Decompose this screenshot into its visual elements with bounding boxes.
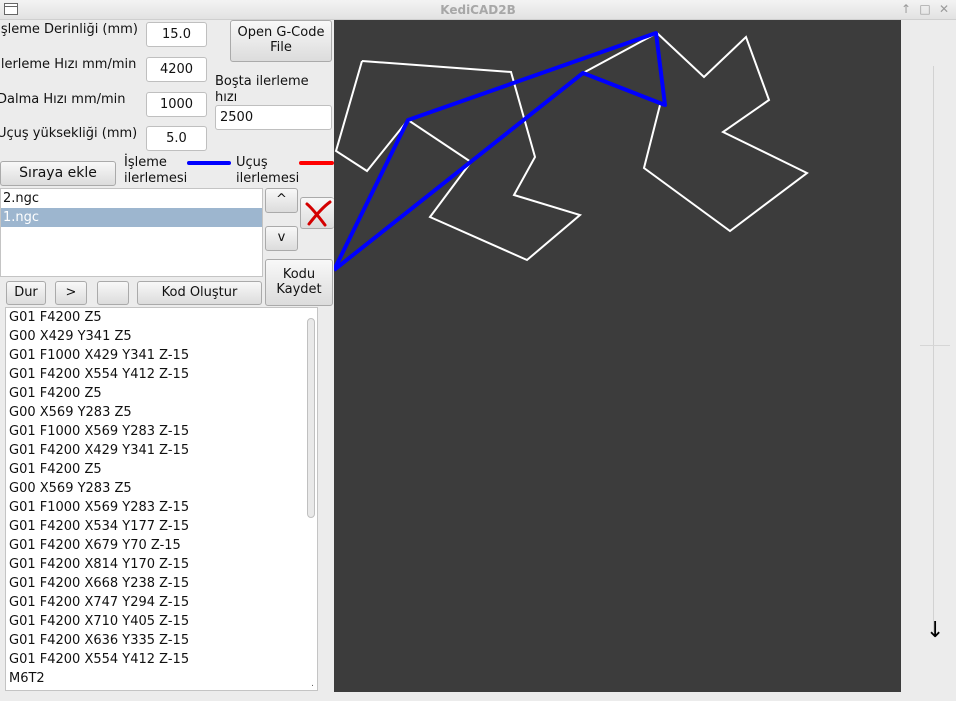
open-gcode-label-1: Open G-Code (237, 25, 325, 41)
process-legend-swatch (187, 161, 231, 165)
flight-legend-label-2: ilerlemesi (236, 171, 300, 186)
delete-button[interactable] (300, 197, 334, 229)
stop-button[interactable]: Dur (6, 281, 46, 305)
gcode-line: G01 F4200 X534 Y177 Z-15 (9, 519, 190, 534)
idle-speed-input[interactable] (215, 105, 332, 130)
gcode-line: G01 F4200 Z5 (9, 386, 102, 401)
shape-outline-1 (334, 60, 583, 262)
file-list-item-selected[interactable]: 1.ngc (1, 208, 262, 227)
flight-legend-label: Uçuş (236, 155, 268, 170)
gcode-text-area[interactable]: G01 F4200 Z5 G00 X429 Y341 Z5 G01 F1000 X4… (5, 307, 318, 691)
idle-speed-label: Boşta ilerleme (215, 74, 309, 89)
gcode-line: G01 F1000 X569 Y283 Z-15 (9, 500, 190, 515)
gcode-line: G01 F4200 X429 Y341 Z-15 (9, 443, 190, 458)
title-bar: KediCAD2B ↑ □ ✕ (0, 0, 956, 20)
idle-speed-label-2: hızı (215, 90, 238, 105)
restore-icon[interactable]: □ (918, 2, 932, 16)
depth-input[interactable] (146, 22, 207, 47)
maximize-up-icon[interactable]: ↑ (899, 2, 913, 16)
play-button[interactable]: > (55, 281, 87, 305)
save-code-label-1: Kodu (282, 266, 316, 282)
zoom-slider-tick (920, 345, 950, 346)
shape-outline-2 (582, 31, 809, 233)
save-code-label-2: Kaydet (276, 281, 322, 297)
move-up-button[interactable]: ^ (265, 188, 298, 213)
gcode-line: G01 F4200 X747 Y294 Z-15 (9, 595, 190, 610)
gcode-lines: G01 F4200 Z5 G00 X429 Y341 Z5 G01 F1000 X4… (6, 308, 317, 688)
gcode-line: G01 F1000 X569 Y283 Z-15 (9, 424, 190, 439)
gcode-line: G01 F4200 X679 Y70 Z-15 (9, 538, 181, 553)
window-title: KediCAD2B (440, 3, 516, 17)
flight-legend-swatch (299, 161, 334, 165)
drawing-canvas[interactable] (334, 20, 901, 692)
file-list-item[interactable]: 2.ngc (1, 189, 262, 208)
gcode-line: G00 X429 Y341 Z5 (9, 329, 132, 344)
gcode-line: G01 F4200 X554 Y412 Z-15 (9, 367, 190, 382)
zoom-slider-handle-icon[interactable]: ↓ (926, 620, 944, 642)
file-queue-list[interactable]: 2.ngc 1.ngc (0, 188, 263, 277)
gcode-line: G00 X569 Y283 Z5 (9, 481, 132, 496)
toolpath-drawing (334, 31, 809, 272)
gcode-line: G01 F4200 X710 Y405 Z-15 (9, 614, 190, 629)
gcode-line: G01 F4200 Z5 (9, 462, 102, 477)
close-icon[interactable]: ✕ (937, 2, 951, 16)
save-code-button[interactable]: Kodu Kaydet (265, 259, 333, 306)
flight-height-input[interactable] (146, 126, 207, 151)
open-gcode-label-2: File (270, 40, 292, 55)
add-to-queue-button[interactable]: Sıraya ekle (0, 161, 116, 186)
gcode-line: G01 F4200 X668 Y238 Z-15 (9, 576, 190, 591)
feed-input[interactable] (146, 57, 207, 82)
process-legend-label-2: ilerlemesi (124, 171, 188, 186)
generate-code-button[interactable]: Kod Oluştur (137, 281, 262, 305)
flight-height-label: Uçuş yüksekliği (mm) (0, 126, 138, 141)
depth-label: İşleme Derinliği (mm) (0, 22, 138, 37)
process-legend-label: İşleme (124, 155, 167, 170)
open-gcode-button[interactable]: Open G-Code File (230, 20, 332, 62)
feed-label: İlerleme Hızı mm/min (0, 57, 137, 72)
gcode-line: M6T2 (9, 671, 45, 686)
gcode-line: G00 X569 Y283 Z5 (9, 405, 132, 420)
gcode-line: G01 F4200 X636 Y335 Z-15 (9, 633, 190, 648)
move-down-button[interactable]: v (265, 226, 298, 251)
gcode-line: G01 F1000 X429 Y341 Z-15 (9, 348, 190, 363)
gcode-line: G01 F4200 X554 Y412 Z-15 (9, 652, 190, 667)
delete-x-icon (305, 200, 331, 227)
gcode-line: G01 F4200 Z5 (9, 310, 102, 325)
resize-grip-icon[interactable]: . (311, 679, 314, 689)
blank-button[interactable] (97, 281, 129, 305)
plunge-input[interactable] (146, 92, 207, 117)
plunge-label: Dalma Hızı mm/min (0, 92, 126, 107)
zoom-slider-track[interactable] (933, 66, 934, 632)
gcode-line: G01 F4200 X814 Y170 Z-15 (9, 557, 190, 572)
gcode-scrollbar[interactable] (307, 318, 315, 518)
